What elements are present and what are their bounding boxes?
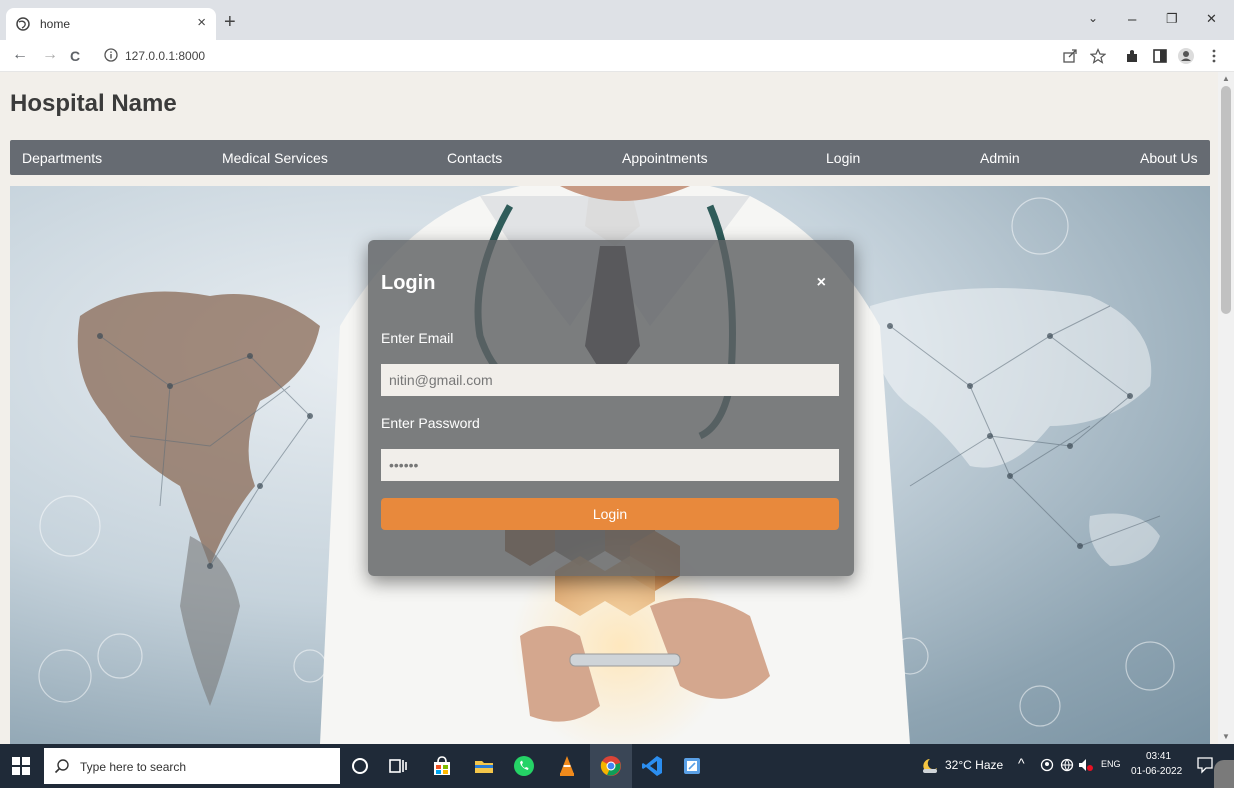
- taskbar-search[interactable]: Type here to search: [44, 748, 340, 784]
- vscode-icon[interactable]: [640, 754, 664, 778]
- minimize-button[interactable]: –: [1128, 11, 1136, 28]
- close-window-button[interactable]: ✕: [1206, 11, 1217, 27]
- language-indicator[interactable]: ENG: [1101, 759, 1121, 769]
- network-globe-icon[interactable]: [1060, 758, 1074, 772]
- nav-appointments[interactable]: Appointments: [622, 150, 708, 166]
- email-label: Enter Email: [381, 330, 454, 346]
- menu-kebab-icon[interactable]: [1206, 48, 1222, 64]
- profile-avatar-icon[interactable]: [1178, 48, 1194, 64]
- main-navigation: Departments Medical Services Contacts Ap…: [10, 140, 1210, 175]
- email-field[interactable]: [381, 364, 839, 396]
- windows-start-icon[interactable]: [12, 757, 30, 775]
- scroll-thumb[interactable]: [1221, 86, 1231, 314]
- clock-date[interactable]: 01-06-2022: [1131, 766, 1182, 777]
- weather-text[interactable]: 32°C Haze: [945, 758, 1003, 772]
- browser-tab[interactable]: home ×: [6, 8, 216, 40]
- weather-icon[interactable]: [920, 756, 940, 776]
- nav-medical-services[interactable]: Medical Services: [222, 150, 328, 166]
- password-label: Enter Password: [381, 415, 480, 431]
- bookmark-star-icon[interactable]: [1090, 48, 1106, 64]
- password-field[interactable]: [381, 449, 839, 481]
- maximize-button[interactable]: ❐: [1166, 11, 1178, 27]
- address-bar[interactable]: 127.0.0.1:8000: [98, 44, 1048, 68]
- reload-button[interactable]: C: [70, 48, 80, 64]
- extensions-icon[interactable]: [1124, 48, 1140, 64]
- browser-tab-bar: home × + ⌄ – ❐ ✕: [0, 0, 1234, 40]
- tab-title: home: [40, 17, 71, 31]
- notification-icon[interactable]: [1196, 756, 1214, 774]
- browser-toolbar: ← → C 127.0.0.1:8000: [0, 40, 1234, 72]
- modal-title: Login: [381, 272, 436, 294]
- search-icon: [54, 759, 69, 774]
- nav-login[interactable]: Login: [826, 150, 860, 166]
- cortana-icon[interactable]: [348, 754, 372, 778]
- vlc-icon[interactable]: [555, 754, 579, 778]
- nav-about-us[interactable]: About Us: [1140, 150, 1198, 166]
- scroll-up-icon[interactable]: ▲: [1222, 74, 1230, 83]
- whatsapp-icon[interactable]: [512, 754, 536, 778]
- scroll-down-icon[interactable]: ▼: [1222, 732, 1230, 741]
- meet-now-icon[interactable]: [1040, 758, 1054, 772]
- close-icon[interactable]: ×: [817, 274, 826, 292]
- tab-close-icon[interactable]: ×: [197, 14, 206, 31]
- login-modal: Login × Enter Email Enter Password Login: [368, 240, 854, 576]
- search-placeholder: Type here to search: [80, 760, 187, 774]
- tab-search-icon[interactable]: ⌄: [1088, 11, 1098, 25]
- side-panel-icon[interactable]: [1152, 48, 1168, 64]
- chevron-up-icon[interactable]: ^: [1018, 755, 1025, 771]
- snipping-tool-icon[interactable]: [680, 754, 704, 778]
- new-tab-button[interactable]: +: [224, 12, 236, 32]
- info-icon[interactable]: [104, 48, 118, 62]
- nav-admin[interactable]: Admin: [980, 150, 1020, 166]
- share-icon[interactable]: [1062, 48, 1078, 64]
- file-explorer-icon[interactable]: [472, 754, 496, 778]
- forward-button[interactable]: →: [42, 46, 58, 64]
- chrome-icon[interactable]: [599, 754, 623, 778]
- nav-departments[interactable]: Departments: [22, 150, 102, 166]
- volume-muted-icon[interactable]: [1078, 758, 1094, 772]
- site-title: Hospital Name: [10, 90, 177, 117]
- clock-time[interactable]: 03:41: [1146, 751, 1171, 762]
- login-button[interactable]: Login: [381, 498, 839, 530]
- nav-contacts[interactable]: Contacts: [447, 150, 502, 166]
- windows-taskbar: Type here to search 32°C Haze ^ ENG 03:4…: [0, 744, 1234, 788]
- globe-icon: [16, 17, 30, 31]
- task-view-icon[interactable]: [386, 754, 410, 778]
- url-text: 127.0.0.1:8000: [125, 49, 206, 63]
- corner-overlay: [1214, 760, 1234, 788]
- back-button[interactable]: ←: [12, 46, 28, 64]
- web-page: Hospital Name Departments Medical Servic…: [0, 72, 1218, 744]
- store-icon[interactable]: [430, 754, 454, 778]
- page-scrollbar[interactable]: ▲ ▼: [1218, 72, 1234, 744]
